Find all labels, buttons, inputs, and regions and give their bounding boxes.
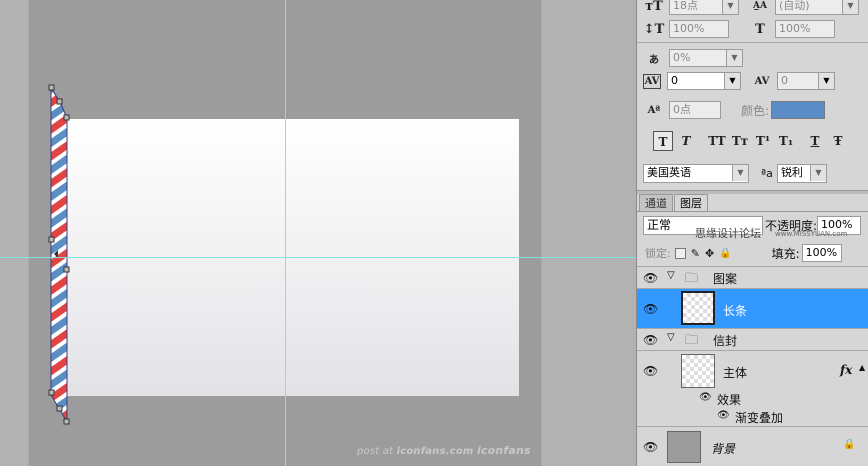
fill-field[interactable]: 100% bbox=[801, 244, 842, 262]
expand-arrow-icon[interactable]: ▽ bbox=[667, 332, 675, 343]
vertical-scale-icon: ↕T bbox=[643, 21, 665, 37]
text-color-swatch[interactable] bbox=[771, 101, 826, 119]
chevron-down-icon[interactable]: ▼ bbox=[818, 73, 834, 89]
expand-arrow-icon[interactable]: ▽ bbox=[667, 270, 675, 281]
color-label: 颜色: bbox=[741, 103, 770, 118]
scale-row: ↕T 100% T 100% bbox=[643, 20, 835, 38]
kerning-field[interactable]: 0 ▼ bbox=[667, 72, 741, 90]
superscript-button[interactable]: T¹ bbox=[753, 131, 773, 151]
eye-icon[interactable]: 👁 bbox=[643, 441, 659, 453]
chevron-down-icon[interactable]: ▼ bbox=[722, 0, 738, 14]
chevron-down-icon[interactable]: ▼ bbox=[732, 165, 748, 181]
eye-icon[interactable]: 👁 bbox=[643, 272, 659, 284]
layer-thumbnail bbox=[667, 431, 701, 463]
forum-watermark: 思缘设计论坛 bbox=[695, 227, 761, 240]
effect-name: 渐变叠加 bbox=[735, 411, 784, 425]
faux-bold-button[interactable]: T bbox=[653, 131, 673, 151]
kerning-icon: AV bbox=[643, 73, 661, 89]
layer-name: 图案 bbox=[713, 272, 738, 286]
subscript-button[interactable]: T₁ bbox=[776, 131, 796, 151]
layer-name: 背景 bbox=[711, 442, 736, 456]
layer-background[interactable]: 👁 背景 🔒 bbox=[637, 426, 868, 466]
layer-thumbnail bbox=[681, 291, 715, 325]
leading-icon: A̲A bbox=[753, 1, 767, 11]
lock-row: 锁定: ✎ ✥ 🔒 填充: 100% bbox=[645, 244, 842, 262]
lock-brush-icon[interactable]: ✎ bbox=[691, 247, 700, 260]
horizontal-scale-field[interactable]: 100% bbox=[775, 20, 835, 38]
tracking-field[interactable]: 0 ▼ bbox=[777, 72, 835, 90]
layer-name: 长条 bbox=[723, 304, 748, 318]
font-size-icon: ᴛT bbox=[645, 0, 663, 14]
divider bbox=[637, 42, 868, 43]
layer-group-pattern[interactable]: 👁 ▽ 🗀 图案 bbox=[637, 266, 868, 288]
lock-transparent-icon[interactable] bbox=[674, 247, 686, 259]
tab-layers[interactable]: 图层 bbox=[674, 194, 708, 212]
language-select[interactable]: 美国英语 ▼ bbox=[643, 164, 749, 183]
panel-tabs: 通道 图层 bbox=[639, 194, 709, 212]
layers-list: 👁 ▽ 🗀 图案 👁 长条 👁 ▽ 🗀 信封 👁 主体 fx ▲ 👁 效果 👁 … bbox=[637, 266, 868, 466]
language-row: 美国英语 ▼ ªa 锐利 ▼ bbox=[643, 164, 827, 183]
fx-icon[interactable]: fx bbox=[840, 363, 852, 377]
underline-button[interactable]: T bbox=[805, 131, 825, 151]
small-caps-button[interactable]: Tт bbox=[730, 131, 750, 151]
guide-vertical bbox=[285, 0, 286, 466]
layer-thumbnail bbox=[681, 354, 715, 388]
font-size-row: ᴛT 18点 ▼ A̲A (自动) ▼ bbox=[643, 0, 859, 15]
layer-name: 主体 bbox=[723, 366, 748, 380]
baseline-row: Aª 0点 颜色: bbox=[643, 101, 826, 119]
kerning-row: AV 0 ▼ AV 0 ▼ bbox=[643, 72, 835, 90]
lock-move-icon[interactable]: ✥ bbox=[705, 247, 714, 260]
canvas-area[interactable]: post at iconfans.com iconfans bbox=[0, 0, 636, 466]
baseline-shift-field[interactable]: 0点 bbox=[669, 101, 721, 119]
eye-icon[interactable]: 👁 bbox=[643, 303, 659, 315]
layer-group-envelope[interactable]: 👁 ▽ 🗀 信封 bbox=[637, 328, 868, 350]
layer-stripe[interactable]: 👁 长条 bbox=[637, 288, 868, 328]
layer-name: 信封 bbox=[713, 334, 738, 348]
all-caps-button[interactable]: TT bbox=[707, 131, 727, 151]
tab-channels[interactable]: 通道 bbox=[639, 194, 673, 212]
lock-all-icon[interactable]: 🔒 bbox=[719, 248, 731, 259]
tracking-icon: AV bbox=[754, 75, 770, 87]
divider bbox=[637, 211, 868, 212]
canvas-watermark: post at iconfans.com iconfans bbox=[357, 444, 531, 457]
tsume-field[interactable]: 0% ▼ bbox=[669, 49, 743, 67]
chevron-up-icon[interactable]: ▲ bbox=[859, 363, 865, 372]
layer-body[interactable]: 👁 主体 fx ▲ bbox=[637, 350, 868, 390]
eye-icon[interactable]: 👁 bbox=[717, 410, 730, 421]
chevron-down-icon[interactable]: ▼ bbox=[842, 0, 858, 14]
leading-field[interactable]: (自动) ▼ bbox=[775, 0, 859, 15]
font-size-field[interactable]: 18点 ▼ bbox=[669, 0, 739, 15]
effect-gradient-overlay[interactable]: 👁 渐变叠加 bbox=[637, 408, 868, 426]
eye-icon[interactable]: 👁 bbox=[643, 334, 659, 346]
effects-row[interactable]: 👁 效果 bbox=[637, 390, 868, 408]
chevron-down-icon[interactable]: ▼ bbox=[809, 165, 826, 181]
tsume-row: あ 0% ▼ bbox=[643, 49, 743, 67]
vertical-scale-field[interactable]: 100% bbox=[669, 20, 729, 38]
eye-icon[interactable]: 👁 bbox=[643, 365, 659, 377]
eye-icon[interactable]: 👁 bbox=[699, 392, 712, 403]
antialias-icon: ªa bbox=[761, 167, 773, 180]
faux-italic-button[interactable]: T bbox=[676, 131, 696, 151]
guide-horizontal bbox=[0, 257, 636, 258]
baseline-shift-icon: Aª bbox=[647, 104, 661, 116]
right-panel: ᴛT 18点 ▼ A̲A (自动) ▼ ↕T 100% T 100% あ 0% ▼ A… bbox=[636, 0, 868, 466]
text-style-buttons: T T TT Tт T¹ T₁ T Ŧ bbox=[653, 131, 851, 151]
forum-watermark-url: www.MISSYUAN.com bbox=[775, 230, 848, 238]
lock-label: 锁定: bbox=[645, 247, 671, 260]
strikethrough-button[interactable]: Ŧ bbox=[828, 131, 848, 151]
antialias-select[interactable]: 锐利 ▼ bbox=[776, 164, 827, 183]
chevron-down-icon[interactable]: ▼ bbox=[724, 73, 740, 89]
effects-label: 效果 bbox=[717, 393, 742, 407]
lock-icon: 🔒 bbox=[843, 439, 856, 450]
chevron-down-icon[interactable]: ▼ bbox=[726, 50, 742, 66]
tsume-icon: あ bbox=[649, 54, 659, 66]
horizontal-scale-icon: T bbox=[755, 21, 765, 37]
fill-label: 填充: bbox=[771, 246, 800, 261]
